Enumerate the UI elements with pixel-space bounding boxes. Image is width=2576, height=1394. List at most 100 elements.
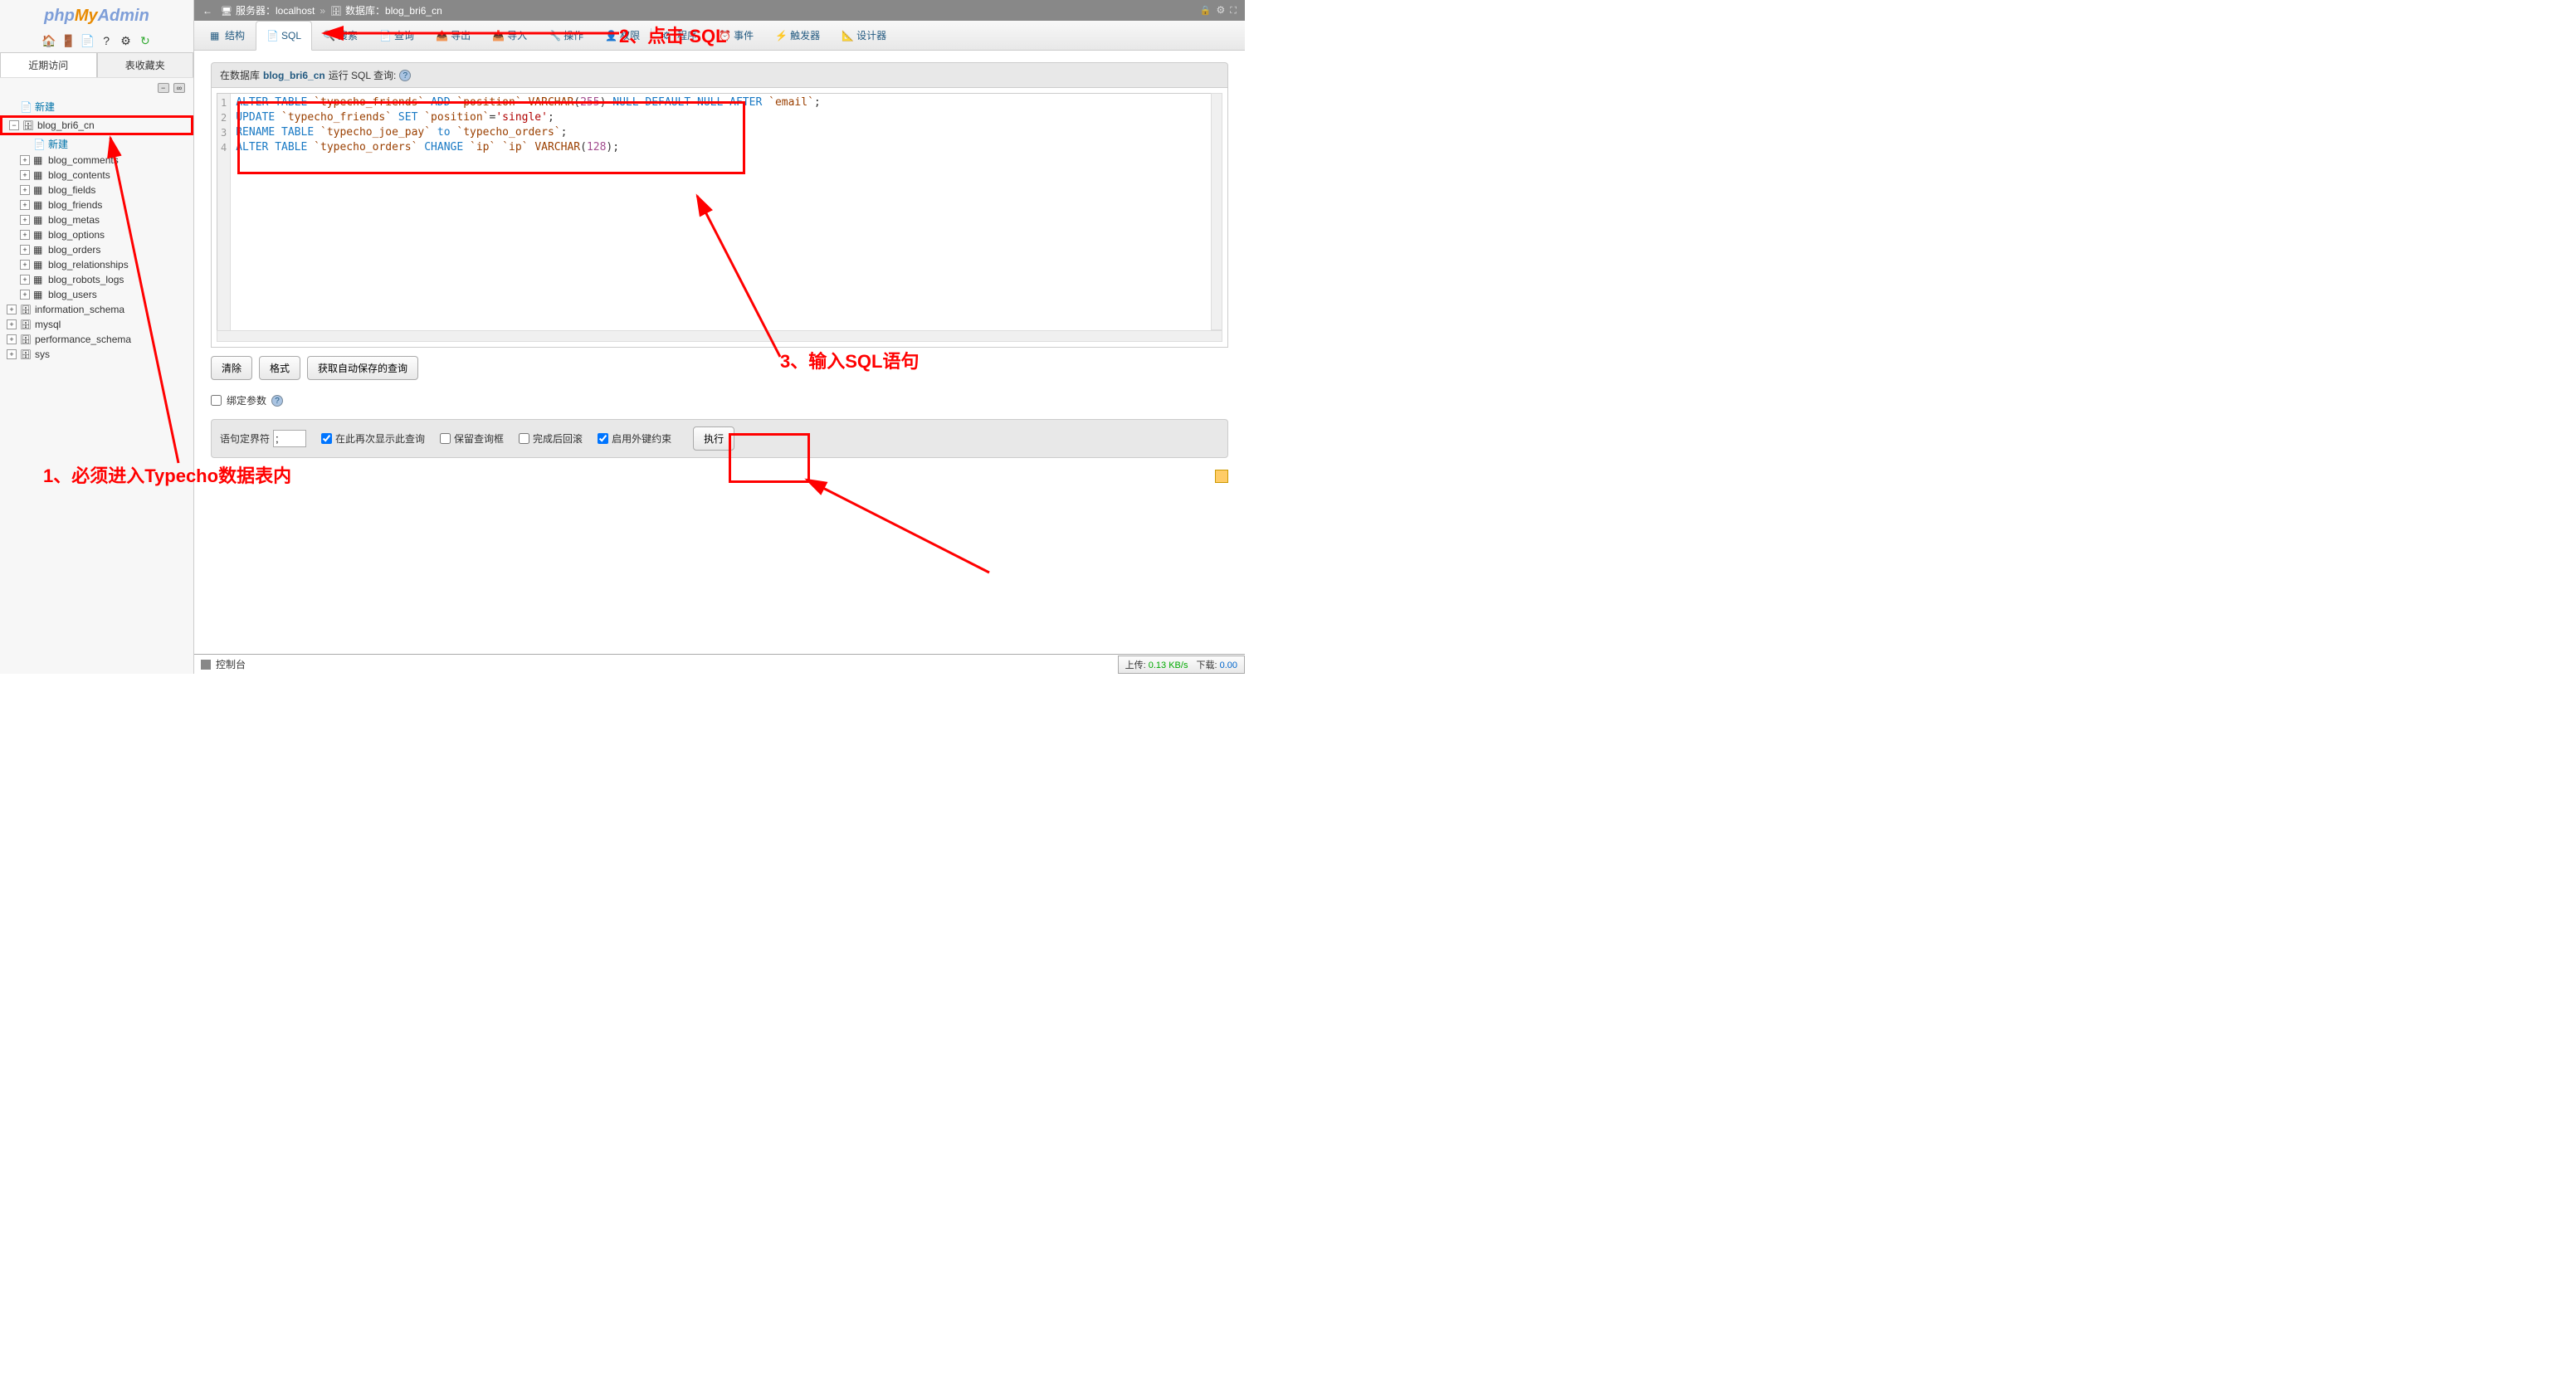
db-tree: + 新建 −blog_bri6_cn+新建+blog_comments+blog…: [0, 96, 193, 674]
collapse-icon[interactable]: −: [158, 83, 169, 93]
server-icon: [221, 5, 232, 17]
server-label: 服务器：: [236, 3, 276, 17]
editor-code[interactable]: ALTER TABLE `typecho_friends` ADD `posit…: [231, 94, 826, 341]
tree-db-mysql[interactable]: +mysql: [0, 317, 193, 332]
tree-table-blog_users[interactable]: +blog_users: [0, 287, 193, 302]
main: ← 服务器： localhost » 数据库： blog_bri6_cn 结构S…: [194, 0, 1245, 674]
sidebar-icon-row: [0, 32, 193, 52]
recent-tab[interactable]: 近期访问: [0, 52, 97, 77]
tree-db-sys[interactable]: +sys: [0, 347, 193, 362]
editor-scrollbar-v[interactable]: [1211, 93, 1222, 330]
query-icon: [379, 30, 391, 41]
tab-sql[interactable]: SQL: [256, 21, 312, 51]
panel-db-name: blog_bri6_cn: [263, 70, 325, 81]
import-icon: [492, 30, 504, 41]
sql-options-bar: 语句定界符 在此再次显示此查询 保留查询框 完成后回滚 启用外键约: [211, 419, 1228, 458]
tree-table-blog_friends[interactable]: +blog_friends: [0, 197, 193, 212]
tree-table-blog_relationships[interactable]: +blog_relationships: [0, 257, 193, 272]
tab-query[interactable]: 查询: [368, 21, 425, 50]
tab-structure[interactable]: 结构: [199, 21, 256, 50]
rollback-label: 完成后回滚: [533, 431, 583, 446]
database-label: 数据库：: [345, 3, 385, 17]
format-button[interactable]: 格式: [259, 356, 300, 380]
fk-check-checkbox[interactable]: [598, 433, 608, 444]
docs-icon[interactable]: [100, 34, 113, 47]
privileges-icon: [605, 30, 617, 41]
tab-import[interactable]: 导入: [481, 21, 538, 50]
tab-bar: 结构SQL搜索查询导出导入操作权限程序事件触发器设计器: [194, 21, 1245, 51]
structure-icon: [210, 30, 222, 41]
tree-table-blog_fields[interactable]: +blog_fields: [0, 183, 193, 197]
autosave-button[interactable]: 获取自动保存的查询: [307, 356, 418, 380]
delimiter-label: 语句定界符: [220, 431, 270, 446]
tree-table-blog_options[interactable]: +blog_options: [0, 227, 193, 242]
keep-query-checkbox[interactable]: [440, 433, 451, 444]
rollback-checkbox[interactable]: [519, 433, 529, 444]
tab-search[interactable]: 搜索: [312, 21, 368, 50]
tree-table-blog_robots_logs[interactable]: +blog_robots_logs: [0, 272, 193, 287]
home-icon[interactable]: [41, 34, 55, 47]
sql-editor-wrap: 1234 ALTER TABLE `typecho_friends` ADD `…: [211, 88, 1228, 348]
fk-check-label: 启用外键约束: [612, 431, 671, 446]
show-again-checkbox[interactable]: [321, 433, 332, 444]
bookmark-icon[interactable]: [1215, 470, 1228, 483]
tab-operations[interactable]: 操作: [538, 21, 594, 50]
tab-procedures[interactable]: 程序: [651, 21, 708, 50]
breadcrumb: ← 服务器： localhost » 数据库： blog_bri6_cn: [194, 0, 1245, 21]
help-icon[interactable]: ?: [399, 70, 411, 81]
export-icon: [436, 30, 447, 41]
tree-db-information_schema[interactable]: +information_schema: [0, 302, 193, 317]
clear-button[interactable]: 清除: [211, 356, 252, 380]
search-icon: [323, 30, 334, 41]
tree-db-performance_schema[interactable]: +performance_schema: [0, 332, 193, 347]
new-icon: [20, 101, 32, 113]
show-again-label: 在此再次显示此查询: [335, 431, 425, 446]
logo[interactable]: phpMyAdmin: [0, 0, 193, 32]
lock-icon[interactable]: [1200, 4, 1212, 17]
sql-icon: [266, 30, 278, 41]
expand-icon[interactable]: [1230, 4, 1237, 17]
tree-table-blog_orders[interactable]: +blog_orders: [0, 242, 193, 257]
tree-table-blog_comments[interactable]: +blog_comments: [0, 153, 193, 168]
tab-privileges[interactable]: 权限: [594, 21, 651, 50]
tree-db-blog_bri6_cn[interactable]: −blog_bri6_cn: [0, 115, 193, 135]
sql-editor[interactable]: 1234 ALTER TABLE `typecho_friends` ADD `…: [217, 93, 1222, 342]
status-bar: 上传: 0.13 KB/s 下载: 0.00: [1118, 656, 1245, 674]
triggers-icon: [775, 30, 787, 41]
sidebar: phpMyAdmin 近期访问 表收藏夹 − ∞ + 新建 −blog_bri6…: [0, 0, 194, 674]
sql-panel-header: 在数据库 blog_bri6_cn 运行 SQL 查询: ?: [211, 62, 1228, 88]
settings-icon[interactable]: [1217, 4, 1226, 17]
help-icon[interactable]: ?: [271, 395, 283, 407]
console-label: 控制台: [216, 657, 246, 671]
tree-table-blog_contents[interactable]: +blog_contents: [0, 168, 193, 183]
server-value[interactable]: localhost: [276, 5, 315, 17]
operations-icon: [549, 30, 560, 41]
database-icon: [330, 5, 342, 17]
tab-export[interactable]: 导出: [425, 21, 481, 50]
console-toggle-icon[interactable]: [201, 660, 211, 670]
tab-events[interactable]: 事件: [708, 21, 764, 50]
delimiter-input[interactable]: [273, 430, 306, 447]
tree-new[interactable]: + 新建: [0, 98, 193, 115]
bind-params-checkbox[interactable]: [211, 395, 222, 406]
sql-icon[interactable]: [80, 34, 94, 47]
editor-gutter: 1234: [217, 94, 231, 341]
execute-button[interactable]: 执行: [693, 426, 734, 451]
editor-scrollbar-h[interactable]: [217, 330, 1222, 342]
gear-icon[interactable]: [120, 34, 133, 47]
console-bar[interactable]: 控制台: [194, 654, 1245, 674]
tab-designer[interactable]: 设计器: [831, 21, 897, 50]
database-value[interactable]: blog_bri6_cn: [385, 5, 442, 17]
tab-triggers[interactable]: 触发器: [764, 21, 831, 50]
procedures-icon: [662, 30, 674, 41]
favorites-tab[interactable]: 表收藏夹: [97, 52, 194, 77]
designer-icon: [842, 30, 853, 41]
reload-icon[interactable]: [139, 34, 152, 47]
tree-new-table[interactable]: +新建: [0, 135, 193, 153]
keep-query-label: 保留查询框: [454, 431, 504, 446]
exit-icon[interactable]: [61, 34, 74, 47]
link-icon[interactable]: ∞: [173, 83, 185, 93]
tree-table-blog_metas[interactable]: +blog_metas: [0, 212, 193, 227]
events-icon: [719, 30, 730, 41]
bind-params-label: 绑定参数: [227, 393, 266, 407]
